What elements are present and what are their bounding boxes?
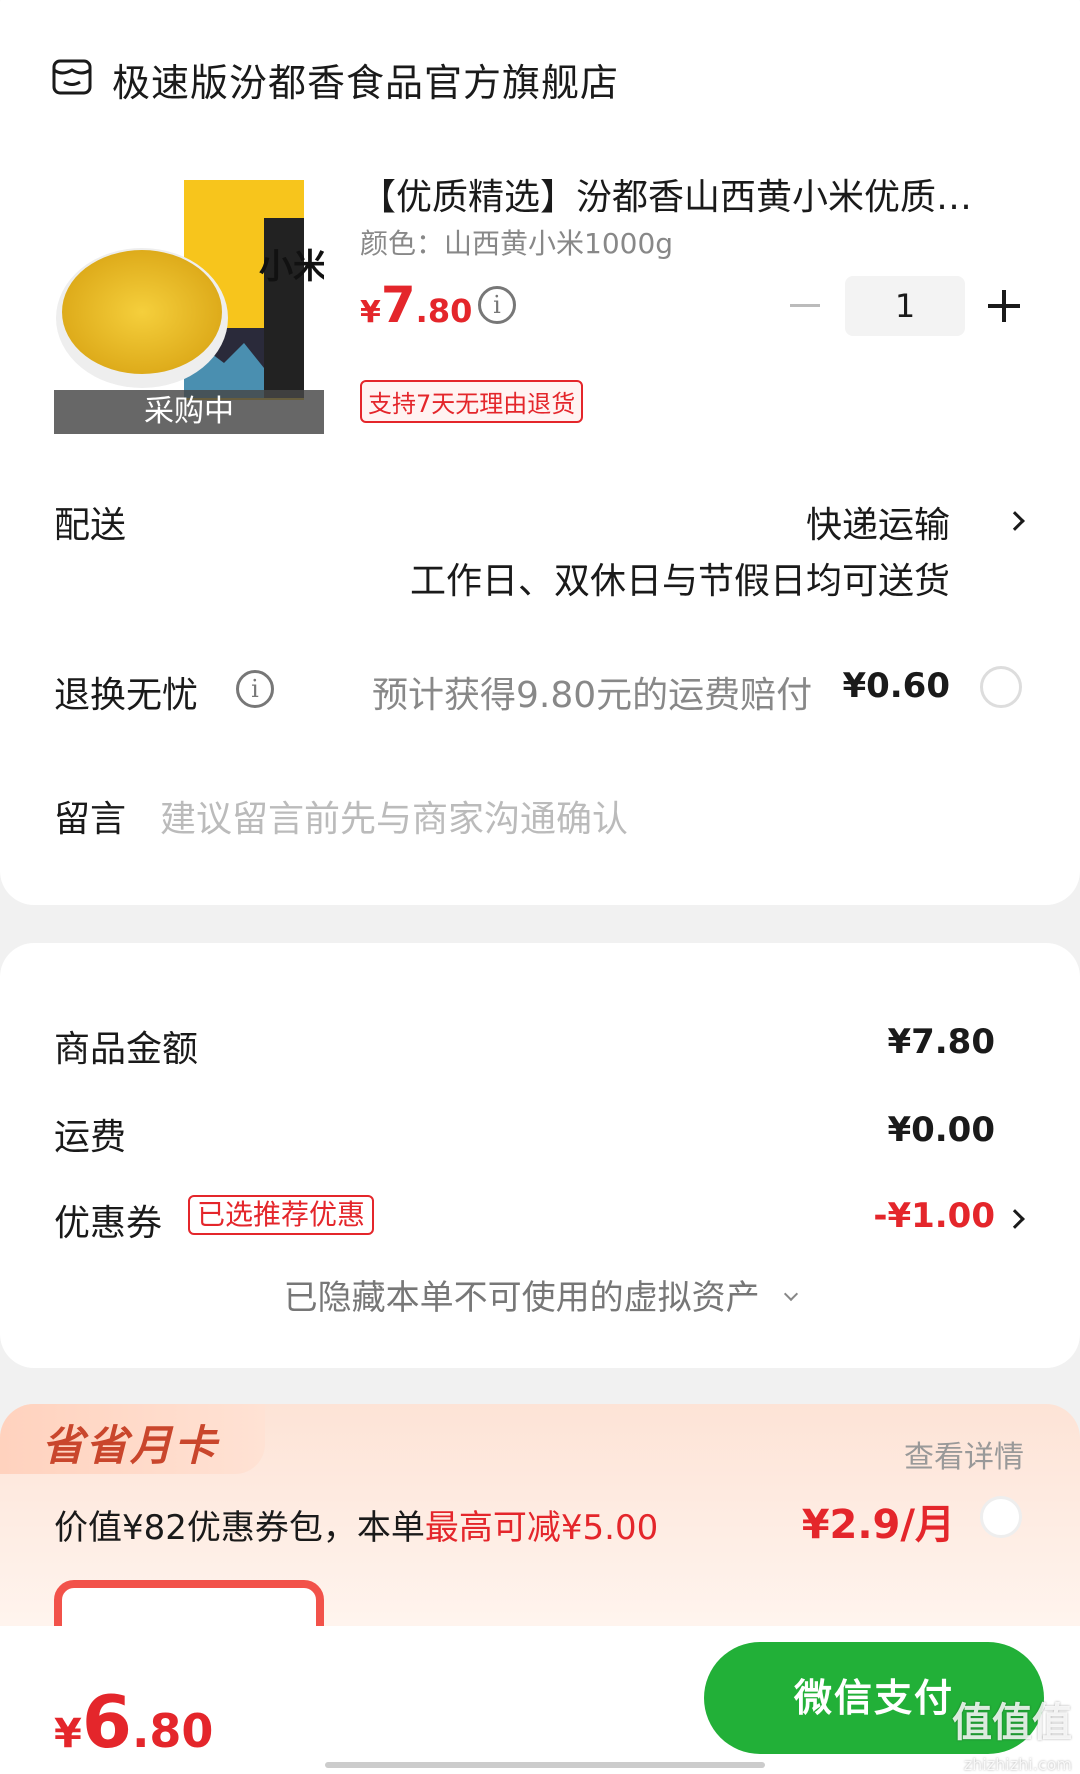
return-insurance-info-icon[interactable]: i — [236, 670, 274, 708]
shop-name[interactable]: 极速版汾都香食品官方旗舰店 — [112, 52, 619, 107]
watermark-url: zhizhizhi.com — [963, 1755, 1072, 1774]
quantity-increase-button[interactable] — [988, 290, 1020, 322]
delivery-method[interactable]: 快递运输 — [806, 496, 950, 548]
price-info-icon[interactable]: i — [478, 286, 516, 324]
message-label: 留言 — [54, 799, 127, 840]
month-card-price: ¥2.9/月 — [801, 1502, 955, 1548]
chevron-down-icon — [784, 1286, 799, 1301]
product-status: 采购中 — [54, 390, 324, 434]
shop-icon — [52, 59, 92, 95]
coupon-badge[interactable]: 已选推荐优惠 — [188, 1195, 375, 1235]
quantity-decrease-button[interactable] — [790, 290, 820, 320]
goods-amount-value: ¥7.80 — [887, 1022, 995, 1062]
total-price: ¥6.80 — [54, 1680, 214, 1764]
month-card-radio[interactable] — [980, 1496, 1022, 1538]
month-card-desc: 价值¥82优惠券包，本单最高可减¥5.00 — [54, 1508, 659, 1548]
return-insurance-price: ¥0.60 — [842, 666, 950, 706]
home-indicator — [325, 1762, 765, 1768]
return-policy-badge: 支持7天无理由退货 — [360, 380, 584, 423]
svg-text:小米: 小米 — [259, 247, 324, 287]
return-insurance-radio[interactable] — [980, 666, 1022, 708]
order-card — [0, 0, 1080, 905]
month-card-title: 省省月卡 — [42, 1421, 219, 1470]
shipping-value: ¥0.00 — [887, 1110, 995, 1150]
delivery-label: 配送 — [54, 505, 127, 546]
month-card-detail-link[interactable]: 查看详情 — [904, 1432, 1024, 1476]
return-insurance-label: 退换无忧 — [54, 675, 199, 716]
product-price: ¥7.80 — [360, 276, 473, 334]
delivery-schedule: 工作日、双休日与节假日均可送货 — [409, 561, 950, 602]
hidden-assets-toggle[interactable]: 已隐藏本单不可使用的虚拟资产 — [0, 1270, 1080, 1319]
product-title[interactable]: 【优质精选】汾都香山西黄小米优质… — [360, 168, 1025, 220]
message-input[interactable]: 建议留言前先与商家沟通确认 — [160, 790, 628, 842]
shipping-label: 运费 — [54, 1117, 127, 1158]
goods-amount-label: 商品金额 — [54, 1029, 199, 1070]
coupon-value[interactable]: -¥1.00 — [873, 1196, 995, 1236]
coupon-label: 优惠券 — [54, 1203, 163, 1244]
month-card-promo: 省省月卡 查看详情 价值¥82优惠券包，本单最高可减¥5.00 ¥2.9/月 — [0, 1404, 1080, 1634]
watermark-logo: 值值值 — [952, 1700, 1072, 1746]
return-insurance-desc: 预计获得9.80元的运费赔付 — [372, 675, 813, 716]
product-spec[interactable]: 颜色：山西黄小米1000g — [360, 222, 673, 262]
quantity-input[interactable]: 1 — [845, 276, 965, 336]
checkout-footer: ¥6.80 微信支付 值值值 zhizhizhi.com — [0, 1626, 1080, 1774]
